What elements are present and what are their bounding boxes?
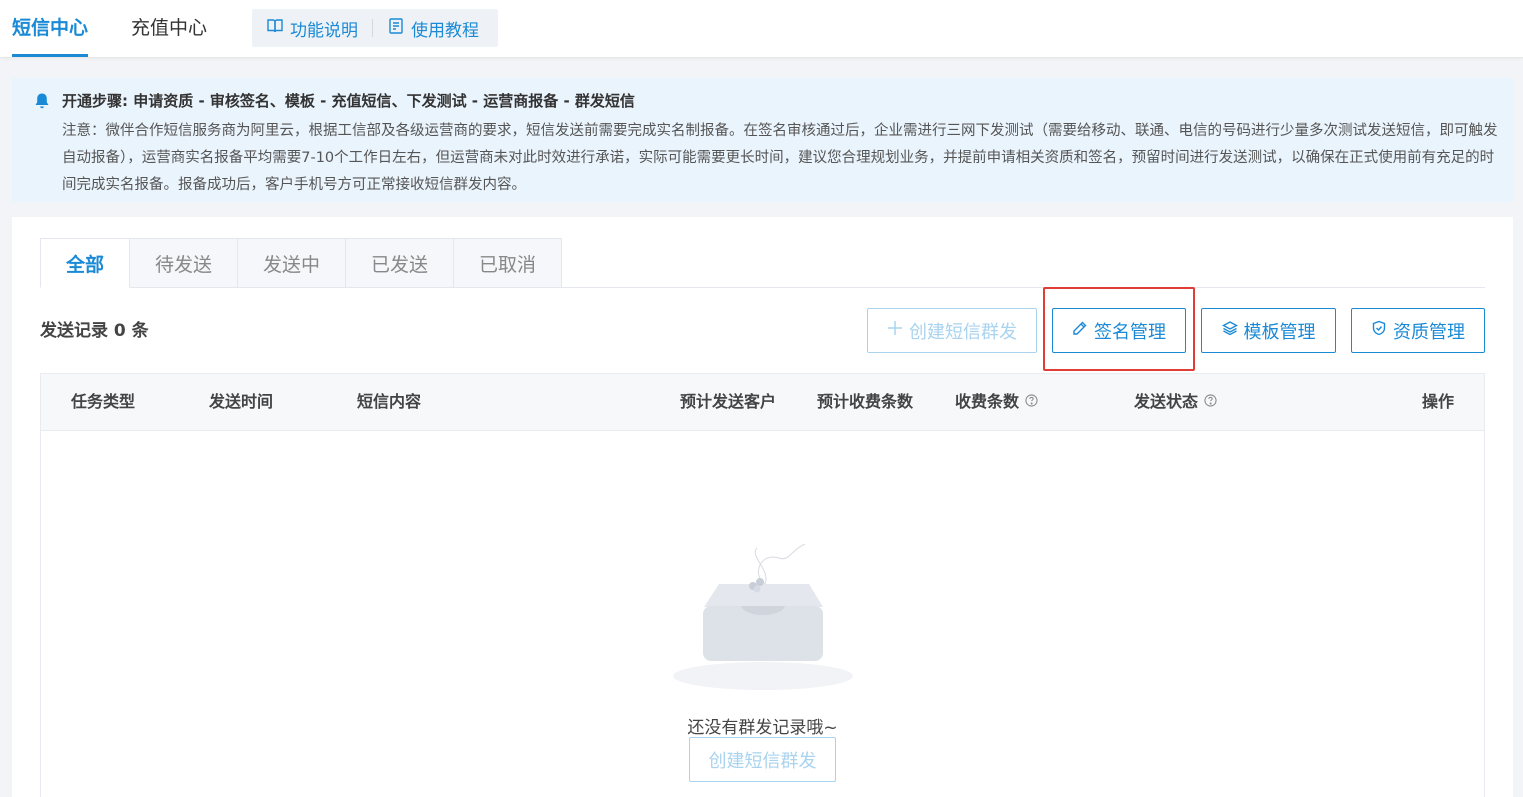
layers-icon — [1221, 320, 1238, 341]
tab-pending[interactable]: 待发送 — [130, 238, 238, 288]
col-operations: 操作 — [1422, 392, 1455, 411]
question-circle-icon[interactable] — [1025, 391, 1038, 413]
empty-state-text: 还没有群发记录哦~ — [687, 718, 838, 738]
tab-all[interactable]: 全部 — [40, 238, 130, 288]
tab-sent[interactable]: 已发送 — [346, 238, 454, 288]
nav-tab-sms-center[interactable]: 短信中心 — [12, 14, 89, 57]
main-card: 全部 待发送 发送中 已发送 已取消 发送记录 0 条 创建短信群发 签名管理 … — [12, 217, 1513, 797]
tab-sending[interactable]: 发送中 — [238, 238, 346, 288]
tutorial-link[interactable]: 使用教程 — [373, 16, 493, 41]
plus-icon — [887, 320, 903, 341]
status-tabs: 全部 待发送 发送中 已发送 已取消 — [40, 238, 562, 288]
empty-create-sms-button[interactable]: 创建短信群发 — [689, 737, 836, 782]
top-header: 短信中心 充值中心 功能说明 使用教程 — [0, 0, 1523, 58]
template-management-button[interactable]: 模板管理 — [1201, 308, 1336, 353]
create-sms-broadcast-button[interactable]: 创建短信群发 — [867, 308, 1037, 353]
col-send-status: 发送状态 — [1134, 391, 1217, 413]
qualification-management-button[interactable]: 资质管理 — [1351, 308, 1485, 353]
notice-title: 开通步骤: 申请资质 - 审核签名、模板 - 充值短信、下发测试 - 运营商报备… — [62, 92, 635, 110]
help-links: 功能说明 使用教程 — [252, 9, 498, 47]
col-est-charge: 预计收费条数 — [817, 392, 914, 411]
col-est-customers: 预计发送客户 — [680, 392, 777, 411]
record-count: 发送记录 0 条 — [40, 321, 149, 341]
signature-management-button[interactable]: 签名管理 — [1052, 308, 1186, 353]
empty-inbox-illustration — [671, 543, 856, 694]
records-table: 任务类型 发送时间 短信内容 预计发送客户 预计收费条数 收费条数 发送状态 操… — [40, 373, 1485, 797]
col-sms-content: 短信内容 — [357, 392, 422, 411]
edit-icon — [1072, 320, 1088, 341]
col-charge: 收费条数 — [955, 391, 1038, 413]
tab-cancelled[interactable]: 已取消 — [454, 238, 562, 288]
shield-check-icon — [1371, 320, 1387, 341]
notice-body: 注意：微伴合作短信服务商为阿里云，根据工信部及各级运营商的要求，短信发送前需要完… — [62, 123, 1498, 193]
table-header: 任务类型 发送时间 短信内容 预计发送客户 预计收费条数 收费条数 发送状态 操… — [41, 374, 1484, 431]
document-icon — [387, 17, 405, 40]
notice-banner: 开通步骤: 申请资质 - 审核签名、模板 - 充值短信、下发测试 - 运营商报备… — [12, 78, 1513, 202]
feature-description-link[interactable]: 功能说明 — [252, 16, 372, 41]
question-circle-icon[interactable] — [1204, 391, 1217, 413]
nav-tab-recharge-center[interactable]: 充值中心 — [131, 14, 207, 42]
book-icon — [266, 17, 284, 40]
bell-icon — [34, 92, 50, 110]
col-send-time: 发送时间 — [209, 392, 274, 411]
col-task-type: 任务类型 — [71, 392, 136, 411]
